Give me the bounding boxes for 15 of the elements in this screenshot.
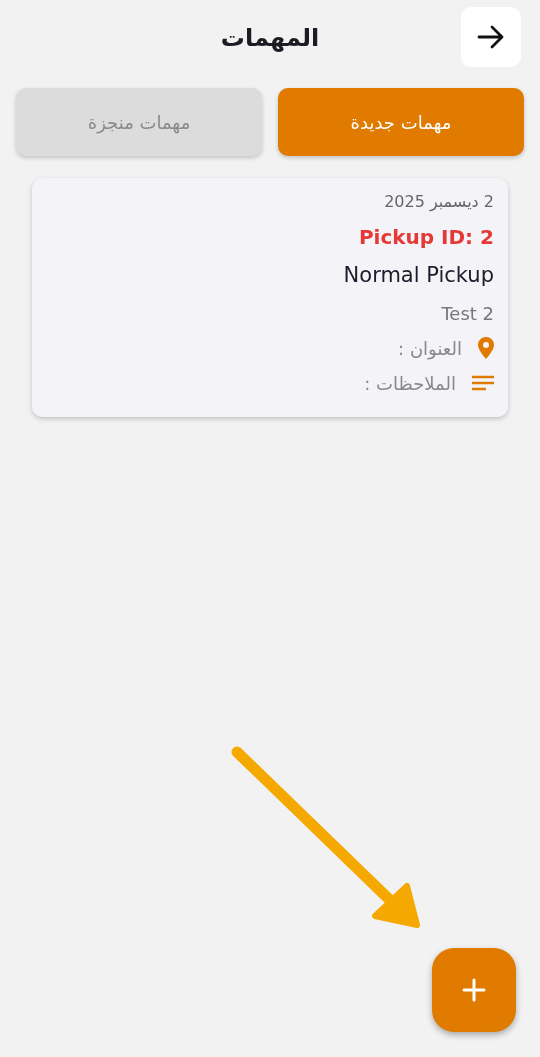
pickup-type: Normal Pickup <box>343 263 494 287</box>
back-button[interactable] <box>461 7 521 67</box>
back-arrow-icon <box>477 25 505 49</box>
tab[interactable]: مهمات منجزة <box>16 88 262 156</box>
notes-icon <box>472 375 494 391</box>
plus-icon <box>462 978 486 1002</box>
address-label: العنوان : <box>398 336 462 362</box>
page-title: المهمات <box>220 23 320 54</box>
pickup-id: Pickup ID: 2 <box>358 225 494 249</box>
task-date: 2 ديسمبر 2025 <box>384 192 494 211</box>
task-name: Test 2 <box>441 302 494 324</box>
add-button[interactable] <box>432 948 516 1032</box>
location-pin-icon <box>478 337 494 359</box>
notes-label: الملاحظات : <box>364 371 456 396</box>
tab[interactable]: مهمات جديدة <box>278 88 524 156</box>
